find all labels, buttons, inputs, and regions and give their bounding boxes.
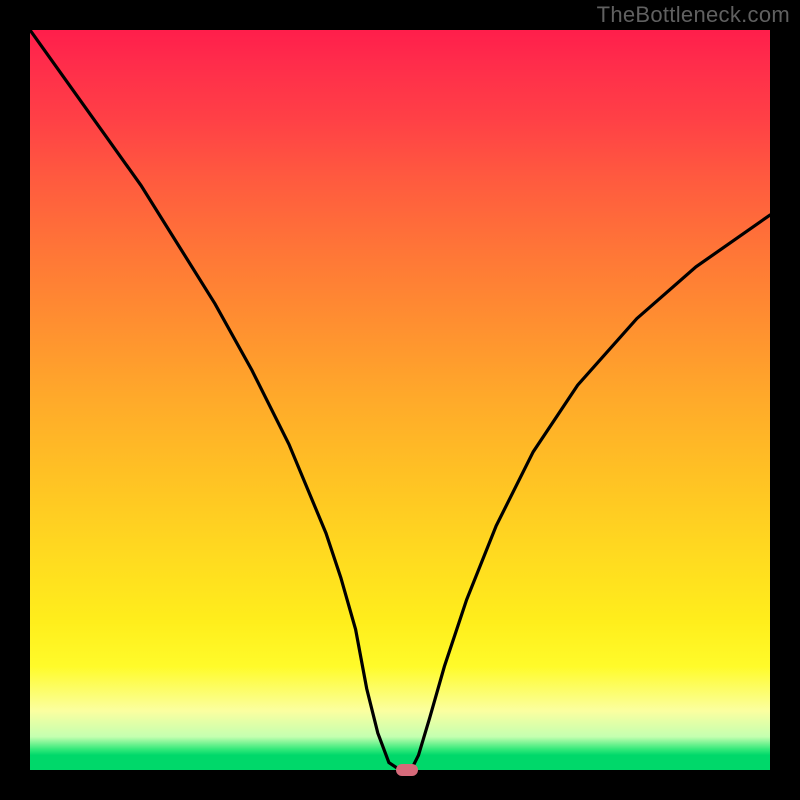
plot-area [30,30,770,770]
bottleneck-curve [30,30,770,770]
minimum-marker [396,764,418,776]
watermark-text: TheBottleneck.com [597,2,790,28]
chart-container: TheBottleneck.com [0,0,800,800]
curve-svg [30,30,770,770]
